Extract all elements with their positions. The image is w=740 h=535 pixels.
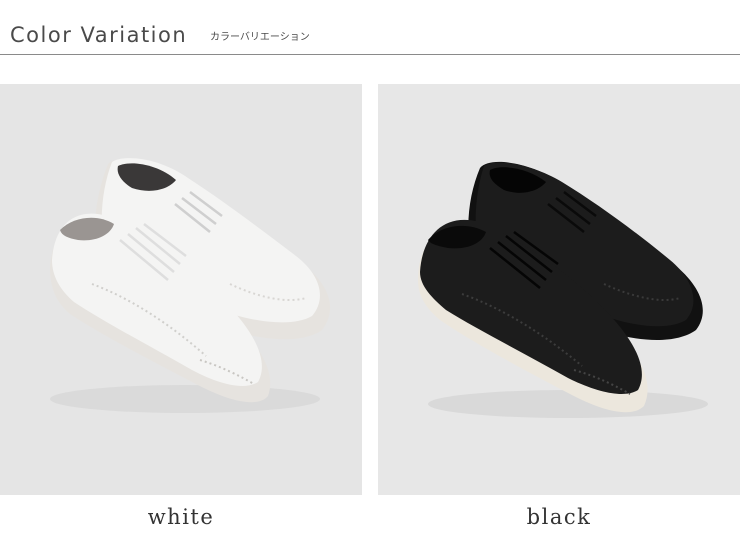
- variant-label-white: white: [147, 505, 215, 529]
- section-title: Color Variation: [10, 23, 188, 47]
- black-sneakers-image: [418, 161, 708, 418]
- section-header: Color Variation カラーバリエーション: [0, 0, 740, 56]
- white-sneakers-image: [50, 158, 331, 413]
- product-photo-black: [378, 84, 740, 495]
- section-subtitle: カラーバリエーション: [210, 32, 310, 43]
- header-divider: [0, 54, 740, 55]
- variant-label-black: black: [526, 505, 592, 529]
- product-photo-white: [0, 84, 362, 495]
